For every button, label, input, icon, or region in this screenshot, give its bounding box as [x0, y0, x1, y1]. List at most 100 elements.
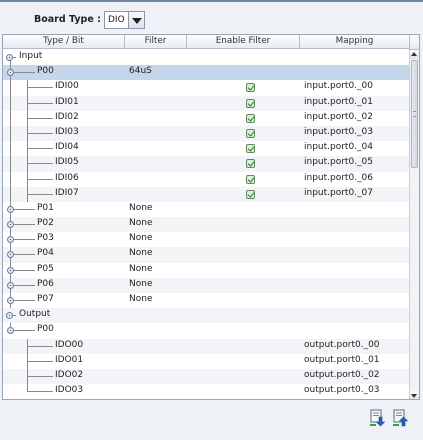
column-header-type-bit[interactable]: Type / Bit	[3, 35, 125, 49]
import-icon[interactable]	[369, 409, 387, 427]
export-icon[interactable]	[392, 409, 410, 427]
table-row[interactable]: IDI02 input.port0._02	[3, 110, 410, 126]
tree-expand-toggle-icon[interactable]	[7, 266, 14, 274]
table-row[interactable]: IDI01 input.port0._01	[3, 95, 410, 111]
tree-branch-line	[27, 178, 53, 180]
tree-node-label: P04	[37, 248, 54, 259]
mapping-value: input.port0._03	[304, 126, 373, 137]
tree-expand-toggle-icon[interactable]	[7, 69, 14, 77]
tree-expand-toggle-icon[interactable]	[7, 236, 14, 244]
table-row[interactable]: IDO02 output.port0._02	[3, 368, 410, 385]
tree-node-label: P00	[37, 324, 54, 335]
tree-branch-line	[27, 163, 53, 165]
table-row[interactable]: P01 None	[3, 201, 410, 218]
tree-branch-line	[27, 102, 53, 104]
mapping-value: output.port0._00	[304, 339, 380, 350]
tree-guide-line	[10, 125, 11, 142]
board-type-bar: Board Type : DIO	[0, 2, 423, 34]
filter-value: None	[129, 233, 153, 244]
table-row[interactable]: Output	[3, 308, 410, 324]
enable-filter-checkbox[interactable]	[246, 83, 255, 93]
column-header-mapping[interactable]: Mapping	[300, 35, 410, 49]
tree-expand-toggle-icon[interactable]	[6, 54, 13, 61]
table-row[interactable]: IDI06 input.port0._06	[3, 171, 410, 187]
table-row[interactable]: IDO01 output.port0._01	[3, 353, 410, 369]
table-row[interactable]: P07 None	[3, 293, 410, 309]
table-row[interactable]: IDO03 output.port0._03	[3, 384, 410, 399]
tree-expand-toggle-icon[interactable]	[7, 205, 14, 213]
mapping-value: input.port0._06	[304, 172, 373, 183]
tree-branch-line	[27, 360, 53, 362]
table-row[interactable]: Input	[3, 50, 410, 65]
filter-value: None	[129, 294, 153, 304]
tree-branch-line	[27, 345, 53, 347]
table-row[interactable]: P00	[3, 323, 410, 338]
tree-expand-toggle-icon[interactable]	[7, 297, 14, 304]
enable-filter-checkbox[interactable]	[246, 98, 255, 108]
tree-guide-line	[10, 186, 11, 202]
mapping-value: input.port0._00	[304, 81, 373, 92]
enable-filter-checkbox[interactable]	[246, 128, 255, 138]
tree-guide-line	[10, 80, 11, 96]
tree-node-label: IDO03	[55, 385, 84, 396]
chevron-down-icon[interactable]	[128, 12, 144, 28]
enable-filter-checkbox[interactable]	[246, 159, 255, 169]
tree-guide-line	[10, 171, 11, 187]
table-row[interactable]: IDO00 output.port0._00	[3, 338, 410, 354]
table-row[interactable]: P00 64uS	[3, 65, 410, 81]
tree-guide-line	[10, 156, 11, 172]
tree-branch-line	[27, 375, 53, 377]
table-row[interactable]: P03 None	[3, 232, 410, 248]
tree-node-label: IDI02	[55, 111, 79, 122]
tree-node-label: P07	[37, 294, 54, 304]
table-row[interactable]: P02 None	[3, 217, 410, 233]
tree-node-label: Input	[19, 51, 43, 61]
io-tree-table: Type / Bit Filter Enable Filter Mapping …	[2, 34, 420, 400]
scroll-up-arrow-icon[interactable]	[410, 50, 419, 59]
filter-value: None	[129, 248, 153, 259]
board-type-label: Board Type :	[34, 14, 101, 25]
tree-guide-line	[10, 95, 11, 111]
tree-node-label: IDO01	[55, 354, 84, 365]
table-row[interactable]: P05 None	[3, 262, 410, 278]
vertical-scrollbar[interactable]	[409, 50, 419, 399]
table-body: Input P00 64uS IDI00 input.port0._00 IDI01 inp…	[3, 50, 410, 399]
tree-node-label: P03	[37, 233, 54, 244]
tree-branch-line	[27, 193, 53, 195]
tree-branch-line	[27, 148, 53, 150]
mapping-value: input.port0._05	[304, 157, 373, 168]
scrollbar-thumb[interactable]	[411, 60, 418, 168]
tree-expand-toggle-icon[interactable]	[7, 221, 14, 229]
tree-node-label: IDI01	[55, 96, 79, 107]
table-row[interactable]: P04 None	[3, 247, 410, 263]
scroll-down-arrow-icon[interactable]	[410, 391, 419, 399]
table-row[interactable]: IDI05 input.port0._05	[3, 156, 410, 172]
board-type-select[interactable]: DIO	[104, 11, 145, 29]
enable-filter-checkbox[interactable]	[246, 113, 255, 123]
tree-expand-toggle-icon[interactable]	[7, 281, 14, 289]
tree-expand-toggle-icon[interactable]	[6, 312, 13, 320]
mapping-value: output.port0._01	[304, 354, 380, 365]
table-row[interactable]: IDI04 input.port0._04	[3, 141, 410, 157]
table-row[interactable]: IDI00 input.port0._00	[3, 80, 410, 96]
column-header-enable-filter[interactable]: Enable Filter	[187, 35, 300, 49]
enable-filter-checkbox[interactable]	[246, 174, 255, 184]
filter-value: None	[129, 278, 153, 289]
tree-node-label: IDI04	[55, 142, 79, 153]
table-row[interactable]: IDI03 input.port0._03	[3, 125, 410, 142]
tree-node-label: IDO02	[55, 369, 84, 380]
enable-filter-checkbox[interactable]	[246, 189, 255, 199]
table-row[interactable]: P06 None	[3, 277, 410, 293]
table-row[interactable]: IDI07 input.port0._07	[3, 186, 410, 202]
mapping-value: input.port0._07	[304, 187, 373, 198]
tree-node-label: IDI00	[55, 81, 79, 92]
tree-guide-line	[10, 110, 11, 126]
column-header-filter[interactable]: Filter	[125, 35, 187, 49]
tree-expand-toggle-icon[interactable]	[7, 251, 14, 259]
tree-node-label: P06	[37, 278, 54, 289]
mapping-value: input.port0._04	[304, 142, 373, 153]
enable-filter-checkbox[interactable]	[246, 144, 255, 154]
tree-expand-toggle-icon[interactable]	[7, 327, 14, 335]
mapping-value: input.port0._01	[304, 96, 373, 107]
tree-node-label: IDI06	[55, 172, 79, 183]
